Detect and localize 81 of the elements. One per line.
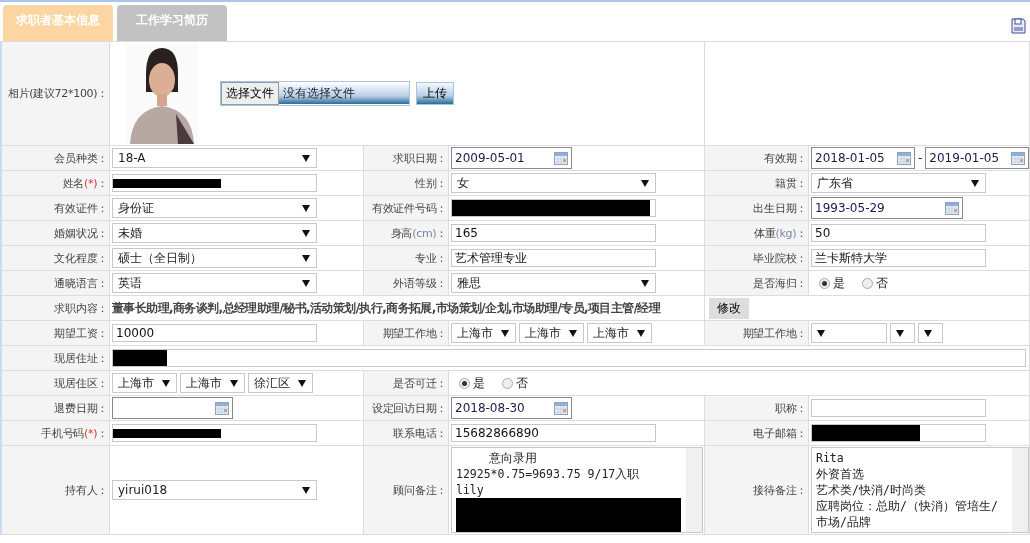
note-line: lily [456, 482, 484, 498]
edit-button[interactable]: 修改 [709, 297, 749, 319]
note-line: 外资首选 [816, 466, 864, 482]
text-field[interactable]: 艺术管理专业 [451, 249, 656, 267]
note-line: 意向录用 [489, 450, 537, 466]
dropdown[interactable]: 上海市 [519, 323, 584, 343]
dropdown[interactable]: 未婚 [112, 223, 317, 243]
dropdown[interactable]: 广东省 [811, 173, 986, 193]
radio-option[interactable]: 否 [854, 274, 894, 292]
field-label: 期望工资： [2, 321, 110, 346]
file-field[interactable]: 选择文件 没有选择文件 [220, 81, 410, 106]
field-label: 性别： [364, 171, 449, 196]
field-label: 期望工作地： [364, 321, 449, 346]
field-label: 会员种类： [2, 146, 110, 171]
dropdown[interactable]: 上海市 [112, 373, 177, 393]
date-field[interactable]: 1993-05-29 [811, 197, 963, 219]
date-field[interactable]: 2018-01-05 [811, 147, 915, 169]
note-line: 艺术类/快消/时尚类 [816, 482, 926, 498]
field-label: 顾问备注： [364, 446, 449, 535]
field-label: 专业： [364, 246, 449, 271]
field-label: 求职内容： [2, 296, 110, 321]
field-label: 出生日期： [705, 196, 809, 221]
dropdown[interactable]: 18-A [112, 148, 317, 168]
field-label: 籍贯： [705, 171, 809, 196]
date-field[interactable]: 2018-08-30 [451, 397, 572, 419]
file-status: 没有选择文件 [279, 83, 409, 104]
dropdown[interactable]: 女 [451, 173, 656, 193]
field-label: 现居住区： [2, 371, 110, 396]
radio-option[interactable]: 是 [451, 374, 491, 392]
field-label: 退费日期： [2, 396, 110, 421]
range-separator: - [918, 151, 923, 165]
dropdown[interactable]: 上海市 [451, 323, 516, 343]
dropdown[interactable]: 雅思 [451, 273, 656, 293]
field-label: 现居住址： [2, 346, 110, 371]
date-field[interactable]: 2019-01-05 [925, 147, 1030, 169]
field-label: 通晓语言： [2, 271, 110, 296]
field-label: 身高(cm)： [364, 221, 449, 246]
field-label: 姓名(*)： [2, 171, 110, 196]
choose-file-button[interactable]: 选择文件 [221, 82, 279, 105]
field-label: 有效证件： [2, 196, 110, 221]
dropdown[interactable]: 身份证 [112, 198, 317, 218]
field-label: 职称： [705, 396, 809, 421]
field-label: 毕业院校： [705, 246, 809, 271]
field-label: 手机号码(*)： [2, 421, 110, 446]
upload-button[interactable]: 上传 [416, 82, 454, 105]
dropdown[interactable]: 徐汇区 [248, 373, 313, 393]
note-line: 应聘岗位：总助/（快消）管培生/市场/品牌 [816, 498, 999, 530]
field-label: 是否海归： [705, 271, 809, 296]
dropdown[interactable]: 英语 [112, 273, 317, 293]
dropdown[interactable]: 上海市 [180, 373, 245, 393]
text-field[interactable]: 165 [451, 224, 656, 242]
dropdown[interactable]: 上海市 [587, 323, 652, 343]
field-label: 外语等级： [364, 271, 449, 296]
field-label: 期望工作地： [705, 321, 809, 346]
radio-option[interactable]: 是 [811, 274, 851, 292]
field-label: 是否可迁： [364, 371, 449, 396]
dropdown[interactable]: yirui018 [112, 480, 317, 500]
text-area[interactable]: Rita 外资首选 艺术类/快消/时尚类 应聘岗位：总助/（快消）管培生/市场/品牌 [811, 447, 1029, 533]
field-label: 求职日期： [364, 146, 449, 171]
field-label: 体重(kg)： [705, 221, 809, 246]
dropdown[interactable]: 硕士（全日制） [112, 248, 317, 268]
field-label: 持有人： [2, 446, 110, 535]
field-label: 设定回访日期： [364, 396, 449, 421]
field-label: 接待备注： [705, 446, 809, 535]
field-label: 有效证件号码： [364, 196, 449, 221]
field-label: 相片(建议72*100)： [2, 42, 110, 146]
date-field[interactable]: 2009-05-01 [451, 147, 572, 169]
radio-option[interactable]: 否 [494, 374, 534, 392]
field-label: 有效期： [705, 146, 809, 171]
field-label: 婚姻状况： [2, 221, 110, 246]
text-field[interactable]: 兰卡斯特大学 [811, 249, 986, 267]
note-line: 12925*0.75=9693.75 9/17入职 [456, 466, 640, 482]
field-label: 电子邮箱： [705, 421, 809, 446]
job-categories: 董事长助理,商务谈判,总经理助理/秘书,活动策划/执行,商务拓展,市场策划/企划,市场助理/专员,项目主管/经理 [112, 299, 661, 317]
field-label: 联系电话： [364, 421, 449, 446]
text-area[interactable]: 意向录用 12925*0.75=9693.75 9/17入职 lily [451, 447, 703, 533]
text-field[interactable]: 15682866890 [451, 424, 656, 442]
note-line: Rita [816, 450, 844, 466]
text-field[interactable]: 10000 [112, 324, 317, 342]
field-label: 文化程度： [2, 246, 110, 271]
text-field[interactable]: 50 [811, 224, 986, 242]
